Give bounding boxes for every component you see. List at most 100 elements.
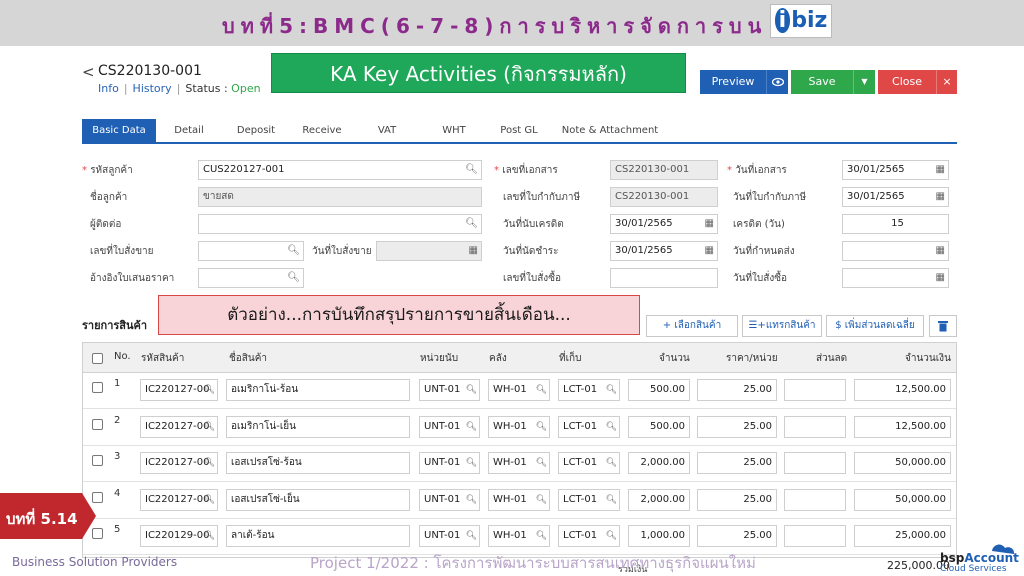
search-icon[interactable]: 🔍︎ [466,526,477,546]
tab-basic-data[interactable]: Basic Data [82,119,156,142]
select-all-checkbox[interactable] [92,353,103,364]
due-date-field[interactable]: 30/01/2565 ▦ [610,241,718,261]
warehouse-input[interactable]: WH-01 🔍︎ [488,415,550,438]
delivery-date-field[interactable]: ▦ [842,241,949,261]
unit-price-input[interactable]: 25.00 [697,452,777,474]
search-icon[interactable]: 🔍︎ [466,490,477,510]
search-icon[interactable]: 🔍︎ [287,242,300,260]
product-name-input[interactable]: อเมริกาโน่-เย็น [226,415,410,438]
product-code-input[interactable]: IC220127-00 🔍︎ [140,379,218,401]
back-arrow-icon[interactable]: < [82,63,95,81]
search-icon[interactable]: 🔍︎ [606,417,617,437]
quote-ref-field[interactable]: 🔍︎ [198,268,304,288]
calendar-icon[interactable]: ▦ [705,242,714,260]
customer-code-field[interactable]: CUS220127-001 🔍︎ [198,160,482,180]
credit-days-field[interactable]: 15 [842,214,949,234]
info-link[interactable]: Info [98,82,119,95]
product-code-input[interactable]: IC220127-00 🔍︎ [140,452,218,474]
product-code-input[interactable]: IC220129-00 🔍︎ [140,525,218,547]
discount-input[interactable] [784,488,846,511]
search-icon[interactable]: 🔍︎ [204,490,215,510]
add-average-discount-button[interactable]: $ เพิ่มส่วนลดเฉลี่ย [826,315,924,337]
tab-note-attachment[interactable]: Note & Attachment [560,119,660,142]
calendar-icon[interactable]: ▦ [936,188,945,206]
discount-input[interactable] [784,452,846,474]
row-checkbox[interactable] [92,382,103,393]
unit-input[interactable]: UNT-01 🔍︎ [419,415,480,438]
unit-price-input[interactable]: 25.00 [697,415,777,438]
search-icon[interactable]: 🔍︎ [204,526,215,546]
search-icon[interactable]: 🔍︎ [536,526,547,546]
search-icon[interactable]: 🔍︎ [536,453,547,473]
product-name-input[interactable]: ลาเต้-ร้อน [226,525,410,547]
tab-receive[interactable]: Receive [294,119,350,142]
calendar-icon[interactable]: ▦ [936,161,945,179]
search-icon[interactable]: 🔍︎ [204,453,215,473]
product-name-input[interactable]: เอสเปรสโซ่-เย็น [226,488,410,511]
warehouse-input[interactable]: WH-01 🔍︎ [488,379,550,401]
po-date-field[interactable]: ▦ [842,268,949,288]
discount-input[interactable] [784,379,846,401]
insert-product-button[interactable]: ☰+แทรกสินค้า [742,315,822,337]
chevron-down-icon[interactable]: ▼ [853,70,875,94]
location-input[interactable]: LCT-01 🔍︎ [558,415,620,438]
product-code-input[interactable]: IC220127-00 🔍︎ [140,415,218,438]
search-icon[interactable]: 🔍︎ [466,417,477,437]
search-icon[interactable]: 🔍︎ [466,380,477,400]
unit-input[interactable]: UNT-01 🔍︎ [419,379,480,401]
product-code-input[interactable]: IC220127-00 🔍︎ [140,488,218,511]
tax-invoice-date-field[interactable]: 30/01/2565 ▦ [842,187,949,207]
tab-wht[interactable]: WHT [430,119,478,142]
close-button[interactable]: Close × [878,70,957,94]
history-link[interactable]: History [133,82,172,95]
warehouse-input[interactable]: WH-01 🔍︎ [488,525,550,547]
location-input[interactable]: LCT-01 🔍︎ [558,379,620,401]
search-icon[interactable]: 🔍︎ [606,526,617,546]
search-icon[interactable]: 🔍︎ [606,453,617,473]
unit-price-input[interactable]: 25.00 [697,525,777,547]
unit-input[interactable]: UNT-01 🔍︎ [419,452,480,474]
search-icon[interactable]: 🔍︎ [466,453,477,473]
search-icon[interactable]: 🔍︎ [606,490,617,510]
quantity-input[interactable]: 2,000.00 [628,488,690,511]
calendar-icon[interactable]: ▦ [705,215,714,233]
tab-detail[interactable]: Detail [160,119,218,142]
search-icon[interactable]: 🔍︎ [465,161,478,179]
tab-deposit[interactable]: Deposit [226,119,286,142]
credit-start-field[interactable]: 30/01/2565 ▦ [610,214,718,234]
location-input[interactable]: LCT-01 🔍︎ [558,452,620,474]
preview-button[interactable]: Preview [700,70,788,94]
doc-date-field[interactable]: 30/01/2565 ▦ [842,160,949,180]
search-icon[interactable]: 🔍︎ [536,490,547,510]
calendar-icon[interactable]: ▦ [469,242,478,260]
quantity-input[interactable]: 1,000.00 [628,525,690,547]
location-input[interactable]: LCT-01 🔍︎ [558,525,620,547]
tab-post-gl[interactable]: Post GL [494,119,544,142]
warehouse-input[interactable]: WH-01 🔍︎ [488,452,550,474]
contact-field[interactable]: 🔍︎ [198,214,482,234]
quantity-input[interactable]: 500.00 [628,415,690,438]
calendar-icon[interactable]: ▦ [936,269,945,287]
calendar-icon[interactable]: ▦ [936,242,945,260]
warehouse-input[interactable]: WH-01 🔍︎ [488,488,550,511]
unit-price-input[interactable]: 25.00 [697,488,777,511]
po-number-field[interactable] [610,268,718,288]
search-icon[interactable]: 🔍︎ [536,380,547,400]
location-input[interactable]: LCT-01 🔍︎ [558,488,620,511]
close-icon[interactable]: × [936,70,957,94]
row-checkbox[interactable] [92,418,103,430]
row-checkbox[interactable] [92,455,103,466]
eye-icon[interactable] [766,70,788,94]
so-number-field[interactable]: 🔍︎ [198,241,304,261]
search-icon[interactable]: 🔍︎ [287,269,300,287]
unit-input[interactable]: UNT-01 🔍︎ [419,488,480,511]
discount-input[interactable] [784,525,846,547]
delete-button[interactable] [929,315,957,337]
search-icon[interactable]: 🔍︎ [536,417,547,437]
select-product-button[interactable]: + เลือกสินค้า [646,315,738,337]
quantity-input[interactable]: 2,000.00 [628,452,690,474]
search-icon[interactable]: 🔍︎ [204,417,215,437]
search-icon[interactable]: 🔍︎ [606,380,617,400]
unit-input[interactable]: UNT-01 🔍︎ [419,525,480,547]
discount-input[interactable] [784,415,846,438]
